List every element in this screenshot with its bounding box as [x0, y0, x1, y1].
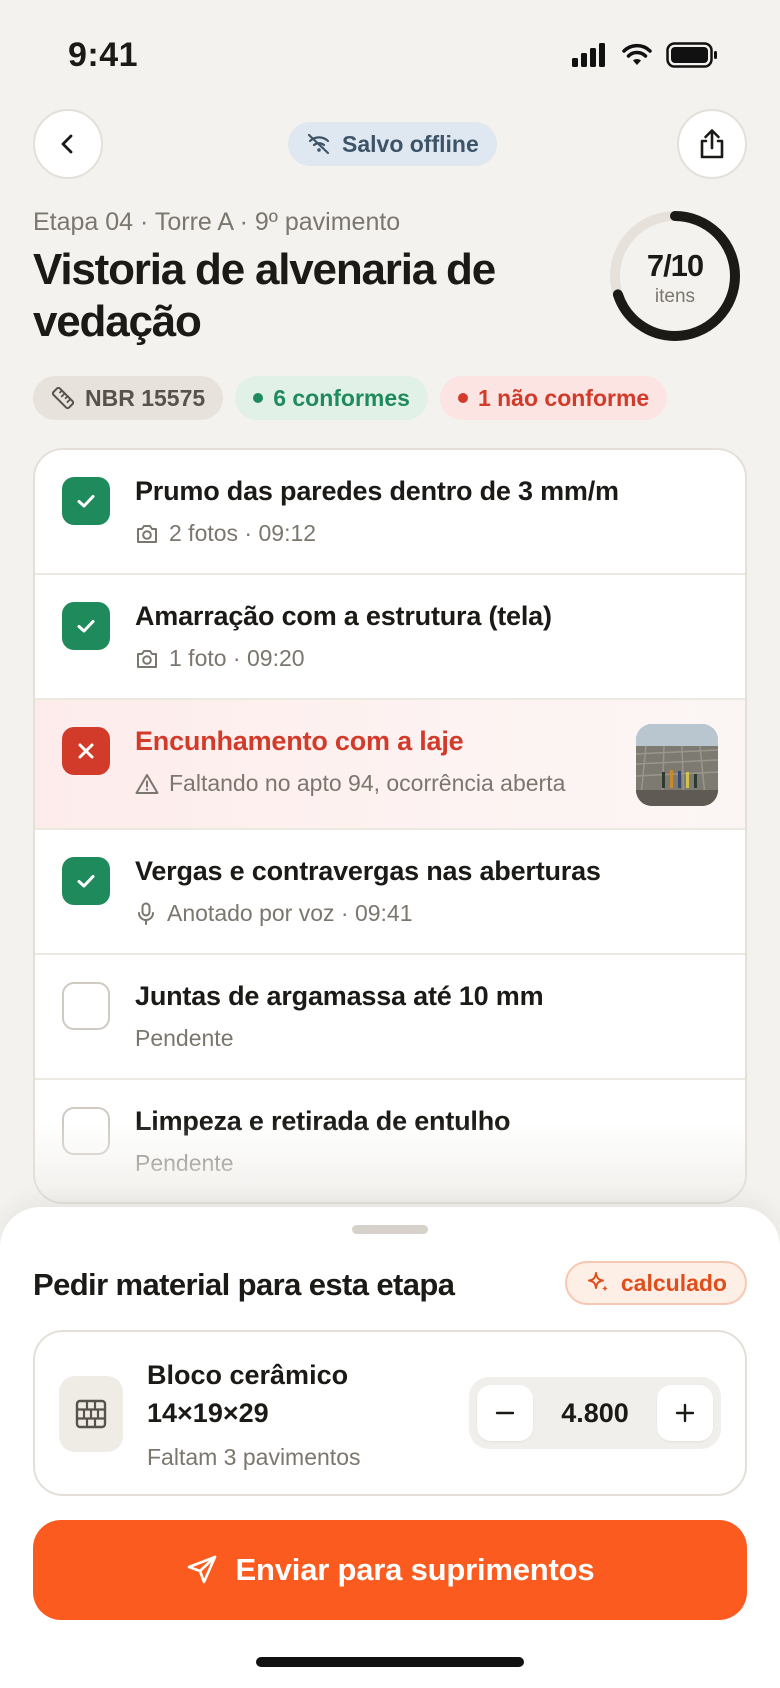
signal-icon: [572, 43, 608, 67]
checklist-card: Prumo das paredes dentro de 3 mm/m 2 fot…: [33, 448, 747, 1204]
sparkle-icon: [585, 1270, 611, 1296]
item-title: Encunhamento com a laje: [135, 726, 464, 756]
calculated-badge: calculado: [564, 1261, 747, 1305]
camera-icon: [135, 648, 159, 670]
nonconform-tag[interactable]: 1 não conforme: [439, 376, 668, 420]
check-icon: [74, 614, 98, 638]
wifi-off-icon: [306, 133, 332, 155]
item-meta: Pendente: [135, 1150, 233, 1177]
checkbox-checked[interactable]: [62, 602, 110, 650]
quantity-value[interactable]: 4.800: [561, 1398, 629, 1429]
checklist-item-limpeza[interactable]: Limpeza e retirada de entulho Pendente: [35, 1080, 745, 1202]
item-title: Juntas de argamassa até 10 mm: [135, 981, 544, 1011]
item-meta-text: 1 foto · 09:20: [169, 645, 305, 671]
chevron-left-icon: [56, 132, 80, 156]
item-meta: Anotado por voz · 09:41: [135, 900, 413, 927]
checkbox-checked[interactable]: [62, 477, 110, 525]
brick-icon: [59, 1376, 123, 1452]
norm-tag[interactable]: NBR 15575: [33, 376, 224, 420]
material-note: Faltam 3 pavimentos: [147, 1444, 361, 1470]
breadcrumb: Etapa 04 · Torre A · 9º pavimento: [33, 208, 401, 236]
item-meta: 1 foto · 09:20: [135, 645, 305, 672]
item-meta-text: Anotado por voz · 09:41: [167, 900, 413, 926]
item-meta-text: Pendente: [135, 1025, 234, 1051]
share-button[interactable]: [677, 109, 747, 179]
checkbox-checked[interactable]: [62, 857, 110, 905]
send-icon: [186, 1554, 218, 1586]
item-meta: Faltando no apto 94, ocorrência aberta: [135, 770, 565, 797]
item-title: Amarração com a estrutura (tela): [135, 601, 552, 631]
item-title: Prumo das paredes dentro de 3 mm/m: [135, 476, 619, 506]
share-icon: [697, 128, 727, 160]
check-icon: [74, 489, 98, 513]
check-icon: [74, 869, 98, 893]
checkbox-failed[interactable]: [62, 727, 110, 775]
battery-icon: [666, 42, 718, 68]
conform-dot-icon: [253, 393, 264, 403]
ruler-icon: [51, 386, 75, 410]
sheet-title: Pedir material para esta etapa: [33, 1267, 455, 1302]
material-name: Bloco cerâmico 14×19×29: [147, 1360, 349, 1428]
norm-tag-label: NBR 15575: [85, 384, 206, 411]
item-title: Limpeza e retirada de entulho: [135, 1106, 511, 1136]
offline-label: Salvo offline: [342, 130, 479, 157]
decrement-button[interactable]: [477, 1385, 533, 1441]
nonconform-tag-label: 1 não conforme: [477, 384, 650, 411]
status-time: 9:41: [68, 36, 139, 74]
material-card: Bloco cerâmico 14×19×29 Faltam 3 pavimen…: [33, 1330, 747, 1496]
item-title: Vergas e contravergas nas aberturas: [135, 856, 601, 886]
progress-count: 7/10: [646, 248, 704, 283]
back-button[interactable]: [33, 109, 103, 179]
checklist-item-vergas[interactable]: Vergas e contravergas nas aberturas Anot…: [35, 830, 745, 955]
checklist-item-prumo[interactable]: Prumo das paredes dentro de 3 mm/m 2 fot…: [35, 450, 745, 575]
item-meta: 2 fotos · 09:12: [135, 520, 316, 547]
sheet-grabber[interactable]: [352, 1225, 428, 1234]
conform-tag[interactable]: 6 conformes: [235, 376, 428, 420]
item-meta-text: 2 fotos · 09:12: [169, 520, 317, 546]
nonconform-dot-icon: [457, 393, 468, 403]
item-meta-text: Faltando no apto 94, ocorrência aberta: [169, 770, 566, 796]
checklist-item-juntas[interactable]: Juntas de argamassa até 10 mm Pendente: [35, 955, 745, 1080]
status-icons: [572, 42, 718, 68]
page-title: Vistoria de alvenaria de vedação: [33, 245, 496, 346]
progress-label: 7/10 itens: [607, 208, 743, 344]
item-meta: Pendente: [135, 1025, 233, 1052]
checkbox-empty[interactable]: [62, 982, 110, 1030]
status-bar: 9:41: [0, 0, 780, 100]
checklist-item-amarracao[interactable]: Amarração com a estrutura (tela) 1 foto …: [35, 575, 745, 700]
material-request-sheet: Pedir material para esta etapa calculado…: [0, 1207, 780, 1688]
wifi-icon: [622, 43, 652, 67]
close-icon: [75, 740, 97, 762]
calculated-label: calculado: [620, 1269, 727, 1296]
home-indicator: [256, 1657, 524, 1667]
conform-tag-label: 6 conformes: [273, 384, 410, 411]
send-label: Enviar para suprimentos: [235, 1552, 595, 1587]
increment-button[interactable]: [656, 1385, 713, 1441]
item-meta-text: Pendente: [135, 1150, 234, 1176]
checklist-item-encunhamento[interactable]: Encunhamento com a laje Faltando no apto…: [35, 700, 745, 830]
quantity-stepper: 4.800: [469, 1377, 721, 1449]
send-to-supplies-button[interactable]: Enviar para suprimentos: [33, 1520, 747, 1620]
tag-row: NBR 15575 6 conformes 1 não conforme: [33, 376, 668, 420]
minus-icon: [494, 1402, 516, 1424]
checkbox-empty[interactable]: [62, 1107, 110, 1155]
mic-icon: [135, 902, 157, 926]
warning-icon: [135, 773, 159, 795]
progress-unit: itens: [654, 286, 696, 307]
plus-icon: [674, 1402, 696, 1424]
offline-status-badge: Salvo offline: [288, 122, 497, 166]
photo-thumbnail[interactable]: [636, 724, 718, 806]
camera-icon: [135, 523, 159, 545]
